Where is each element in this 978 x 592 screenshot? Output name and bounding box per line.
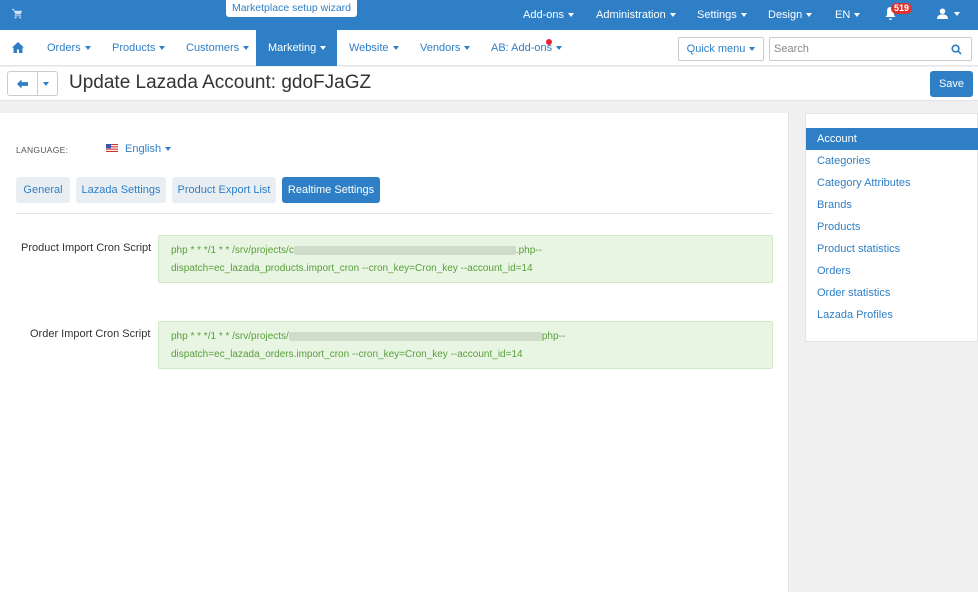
- caret-down-icon: [740, 13, 747, 18]
- sidebar-item-brands[interactable]: Brands: [806, 194, 978, 216]
- nav-products[interactable]: Products: [112, 30, 166, 66]
- us-flag-icon: [106, 144, 118, 152]
- caret-down-icon: [84, 46, 91, 51]
- sidebar-item-order-statistics[interactable]: Order statistics: [806, 282, 978, 304]
- caret-down-icon: [392, 46, 399, 51]
- divider: [16, 213, 773, 214]
- nav-customers[interactable]: Customers: [186, 30, 250, 66]
- title-bar: Update Lazada Account: gdoFJaGZ Save: [0, 67, 978, 101]
- language-menu[interactable]: EN: [835, 0, 861, 30]
- nav-orders[interactable]: Orders: [47, 30, 91, 66]
- order-import-cron-label: Order Import Cron Script: [30, 328, 151, 340]
- tab-lazada-settings[interactable]: Lazada Settings: [76, 177, 166, 203]
- main-navigation: Orders Products Customers Marketing Webs…: [0, 30, 978, 66]
- redacted-path: [293, 245, 516, 255]
- home-icon[interactable]: [12, 42, 24, 56]
- sidebar-item-product-statistics[interactable]: Product statistics: [806, 238, 978, 260]
- new-indicator-dot: [546, 39, 552, 45]
- notification-badge: 519: [891, 3, 913, 14]
- caret-down-icon: [669, 13, 676, 18]
- button-divider: [37, 72, 38, 95]
- history-dropdown-caret-icon[interactable]: [43, 82, 49, 86]
- main-content: LANGUAGE: English General Lazada Setting…: [0, 113, 789, 592]
- nav-vendors[interactable]: Vendors: [420, 30, 471, 66]
- caret-down-icon: [320, 46, 327, 51]
- caret-down-icon: [954, 12, 961, 16]
- settings-menu[interactable]: Settings: [697, 0, 747, 30]
- sidebar-item-lazada-profiles[interactable]: Lazada Profiles: [806, 304, 978, 326]
- tab-product-export-list[interactable]: Product Export List: [172, 177, 276, 203]
- search-icon: [951, 44, 962, 55]
- caret-down-icon: [243, 46, 250, 51]
- caret-down-icon: [159, 46, 166, 51]
- caret-down-icon: [464, 46, 471, 51]
- design-menu[interactable]: Design: [768, 0, 813, 30]
- tab-general[interactable]: General: [16, 177, 70, 203]
- user-menu[interactable]: [937, 8, 961, 22]
- caret-down-icon: [749, 47, 756, 52]
- nav-website[interactable]: Website: [349, 30, 399, 66]
- save-button[interactable]: Save: [930, 71, 973, 97]
- language-selector[interactable]: English: [125, 143, 172, 155]
- nav-ab-addons[interactable]: AB: Add-ons: [491, 30, 563, 66]
- caret-down-icon: [806, 13, 813, 18]
- caret-down-icon: [556, 46, 563, 51]
- administration-menu[interactable]: Administration: [596, 0, 676, 30]
- account-sidebar: Account Categories Category Attributes B…: [805, 113, 978, 342]
- cart-icon[interactable]: [12, 8, 23, 22]
- tab-realtime-settings[interactable]: Realtime Settings: [282, 177, 380, 203]
- language-label: LANGUAGE:: [16, 145, 69, 155]
- sidebar-item-products[interactable]: Products: [806, 216, 978, 238]
- sidebar-item-orders[interactable]: Orders: [806, 260, 978, 282]
- user-icon: [937, 8, 948, 19]
- sidebar-item-account[interactable]: Account: [806, 128, 978, 150]
- nav-marketing[interactable]: Marketing: [256, 30, 337, 66]
- caret-down-icon: [854, 13, 861, 18]
- search-button[interactable]: [942, 37, 972, 61]
- quick-menu-button[interactable]: Quick menu: [678, 37, 764, 61]
- redacted-path: [288, 331, 542, 341]
- back-button-group[interactable]: [7, 71, 58, 96]
- caret-down-icon: [165, 147, 172, 152]
- arrow-left-icon[interactable]: [17, 79, 28, 89]
- sidebar-item-category-attributes[interactable]: Category Attributes: [806, 172, 978, 194]
- product-import-cron-script: php * * */1 * * /srv/projects/c .php-- di…: [158, 235, 773, 283]
- search-input[interactable]: [769, 37, 943, 61]
- top-bar: Marketplace setup wizard Add-ons Adminis…: [0, 0, 978, 30]
- product-import-cron-label: Product Import Cron Script: [21, 242, 152, 254]
- addons-menu[interactable]: Add-ons: [523, 0, 574, 30]
- sidebar-item-categories[interactable]: Categories: [806, 150, 978, 172]
- caret-down-icon: [567, 13, 574, 18]
- page-title: Update Lazada Account: gdoFJaGZ: [69, 72, 372, 93]
- order-import-cron-script: php * * */1 * * /srv/projects/php-- disp…: [158, 321, 773, 369]
- marketplace-setup-wizard-button[interactable]: Marketplace setup wizard: [226, 0, 357, 17]
